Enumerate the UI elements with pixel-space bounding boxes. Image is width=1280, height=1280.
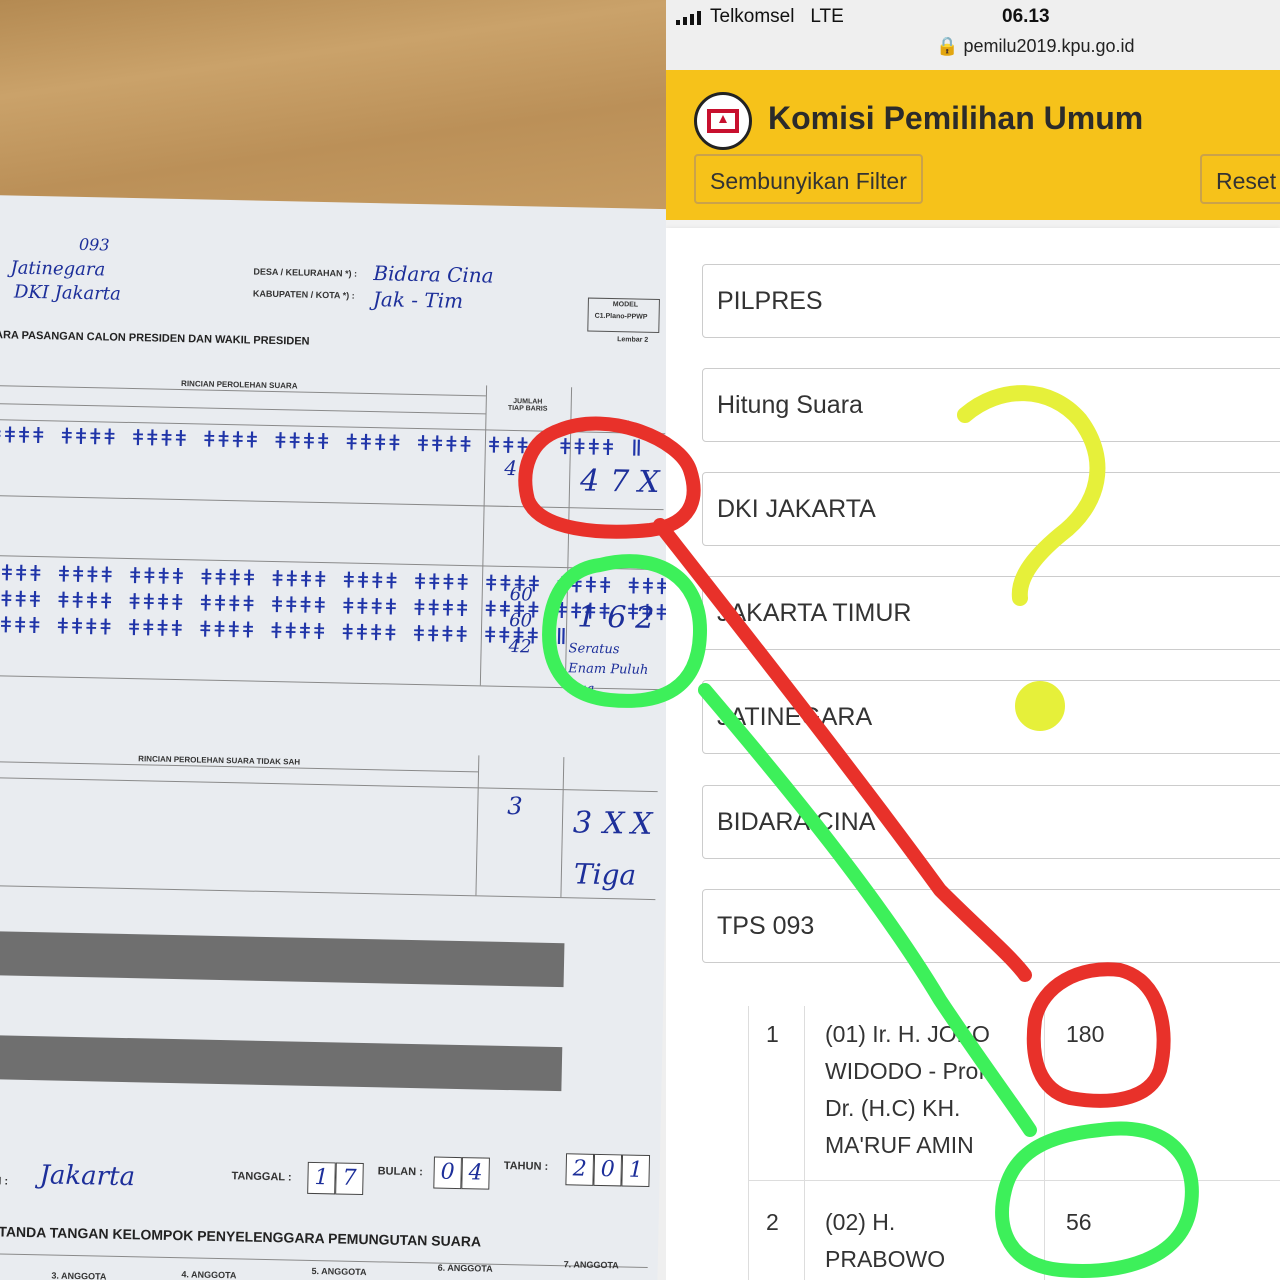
jumlah-header: JUMLAH: [600, 419, 630, 428]
tahun-digit-2: 0: [593, 1153, 623, 1187]
shaded-row-1: [0, 930, 565, 988]
candidate-1-digit-3: X: [637, 464, 660, 501]
row-number: 1: [766, 1021, 779, 1047]
signal-icon: [676, 11, 701, 25]
candidate-1-digit-1: 4: [579, 463, 600, 499]
tanggal-label: TANGGAL :: [231, 1170, 292, 1184]
bulan-label: BULAN :: [377, 1165, 423, 1179]
candidate-1-digit-2: 7: [609, 464, 630, 500]
tanggal-digit-2: 7: [335, 1162, 364, 1196]
vote-count: 56: [1066, 1209, 1092, 1235]
form-photo: 093 Jatinegara DKI Jakarta DESA / KELURA…: [0, 0, 666, 1280]
reset-button[interactable]: Reset: [1200, 154, 1280, 204]
anggota-6: 6. ANGGOTA: [437, 1262, 493, 1274]
tanggal-digit-1: 1: [307, 1161, 336, 1195]
site-title: Komisi Pemilihan Umum: [768, 100, 1144, 136]
place-label: N DI :: [0, 1175, 9, 1188]
status-bar: Telkomsel LTE 06.13 🔒 pemilu2019.kpu.go.…: [666, 0, 1280, 70]
row-number: 2: [766, 1209, 779, 1235]
provinsi-value: DKI Jakarta: [13, 281, 122, 305]
candidate-2-digit-2: 6: [606, 600, 627, 636]
bulan-digit-2: 4: [461, 1157, 490, 1190]
invalid-row-total: 3: [507, 791, 523, 821]
candidate-name: (02) H. PRABOWO: [825, 1209, 946, 1272]
filter-election-type[interactable]: PILPRES: [702, 264, 1280, 338]
candidate-2-row-total-3: 42: [508, 635, 532, 658]
filter-district[interactable]: JATINEGARA: [702, 680, 1280, 754]
vote-count: 180: [1066, 1021, 1105, 1047]
model-box: MODEL C1.Plano-PPWP: [587, 297, 660, 334]
kabupaten-label: KABUPATEN / KOTA *) :: [252, 288, 355, 301]
tally-row-candidate-1: ǂǂǂǂ ǂǂǂǂ ǂǂǂǂ ǂǂǂǂ ǂǂǂǂ ǂǂǂǂ ǂǂǂǂ ǂǂǂǂ …: [0, 423, 645, 462]
shaded-row-2: [0, 1034, 563, 1092]
signature-title: AN TANDA TANGAN KELOMPOK PENYELENGGARA P…: [0, 1222, 482, 1250]
invalid-digit-3: X: [630, 806, 653, 843]
candidate-2-row-total-1: 60: [509, 583, 533, 606]
filter-province[interactable]: DKI JAKARTA: [702, 472, 1280, 546]
invalid-digit-2: X: [602, 805, 625, 842]
filter-mode[interactable]: Hitung Suara: [702, 368, 1280, 442]
candidate-2-digit-3: 2: [634, 600, 655, 637]
desa-value: Bidara Cina: [373, 261, 494, 288]
desa-label: DESA / KELURAHAN *) :: [253, 266, 358, 279]
filter-panel: PILPRES Hitung Suara DKI JAKARTA JAKARTA…: [666, 228, 1280, 1006]
url-bar[interactable]: 🔒 pemilu2019.kpu.go.id: [936, 36, 1135, 57]
tahun-label: TAHUN :: [503, 1159, 549, 1173]
c1-plano-form: 093 Jatinegara DKI Jakarta DESA / KELURA…: [0, 195, 666, 1280]
tahun-digit-1: 2: [565, 1153, 595, 1186]
place-value: Jakarta: [39, 1160, 136, 1193]
anggota-7: 7. ANGGOTA: [563, 1259, 619, 1271]
tahun-digit-3: 1: [621, 1154, 651, 1188]
bulan-digit-1: 0: [433, 1156, 462, 1190]
sheet-label: Lembar 2: [617, 336, 649, 344]
candidate-2-words: Seratus Enam Puluh Dua: [567, 641, 649, 697]
anggota-5: 5. ANGGOTA: [311, 1265, 367, 1278]
tps-number: 093: [78, 234, 110, 255]
url-text: pemilu2019.kpu.go.id: [963, 36, 1135, 56]
phone-screenshot: Telkomsel LTE 06.13 🔒 pemilu2019.kpu.go.…: [666, 0, 1280, 1280]
kecamatan-value: Jatinegara: [10, 257, 106, 281]
status-time: 06.13: [1002, 6, 1050, 27]
network-type: LTE: [810, 6, 844, 27]
table-surface: [0, 0, 666, 230]
section-title: ARA PASANGAN CALON PRESIDEN DAN WAKIL PR…: [0, 329, 310, 348]
site-header: Komisi Pemilihan Umum Sembunyikan Filter…: [666, 70, 1280, 220]
candidate-name: (01) Ir. H. JOKO WIDODO - Prof. Dr. (H.C…: [825, 1021, 992, 1158]
lock-icon: 🔒: [936, 36, 959, 56]
anggota-3: 3. ANGGOTA: [51, 1270, 107, 1280]
filter-tps[interactable]: TPS 093: [702, 889, 1280, 963]
invalid-digit-1: 3: [572, 805, 593, 841]
candidate-2-digit-1: 1: [576, 599, 597, 635]
jumlah-tiap-baris-header: JUMLAH TIAP BARIS: [507, 398, 548, 413]
candidate-1-row-total: 4: [504, 455, 518, 481]
kabupaten-value: Jak - Tim: [372, 287, 464, 313]
filter-city[interactable]: JAKARTA TIMUR: [702, 576, 1280, 650]
candidate-2-row-total-2: 60: [508, 609, 533, 632]
hide-filter-button[interactable]: Sembunyikan Filter: [694, 154, 923, 204]
anggota-4: 4. ANGGOTA: [181, 1269, 237, 1280]
kpu-logo: [694, 92, 752, 150]
carrier-name: Telkomsel LTE: [710, 6, 844, 27]
filter-village[interactable]: BIDARA CINA: [702, 785, 1280, 859]
invalid-words: Tiga: [573, 857, 637, 892]
results-table: 1 (01) Ir. H. JOKO WIDODO - Prof. Dr. (H…: [666, 1006, 1280, 1280]
